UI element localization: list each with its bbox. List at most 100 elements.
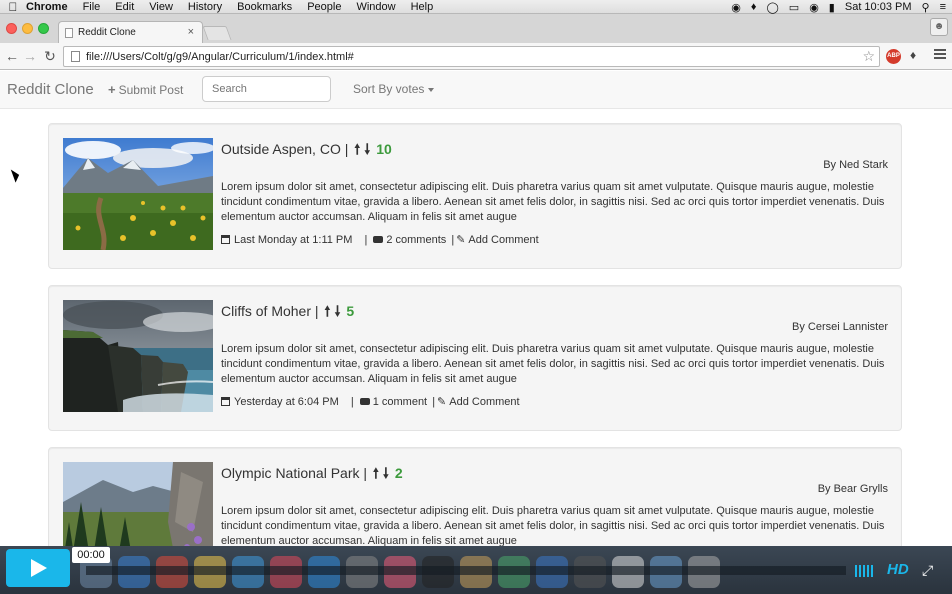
post-title[interactable]: Cliffs of Moher | 🠕 🠗 5 xyxy=(221,301,354,325)
menu-history[interactable]: History xyxy=(188,1,222,13)
calendar-icon xyxy=(221,235,230,244)
post-body: Lorem ipsum dolor sit amet, consectetur … xyxy=(221,181,885,223)
post-date: Yesterday at 6:04 PM xyxy=(234,396,339,408)
calendar-icon xyxy=(221,397,230,406)
post-title[interactable]: Olympic National Park | 🠕 🠗 2 xyxy=(221,463,403,487)
menu-bookmarks[interactable]: Bookmarks xyxy=(237,1,292,13)
menu-file[interactable]: File xyxy=(83,1,101,13)
downvote-arrow-icon[interactable]: 🠗 xyxy=(383,465,389,481)
menubar-clock[interactable]: Sat 10:03 PM xyxy=(845,1,912,13)
document-icon xyxy=(65,27,73,38)
post-image-sea-cliffs xyxy=(63,300,213,412)
comments-link[interactable]: 1 comment xyxy=(373,396,427,408)
post-title[interactable]: Outside Aspen, CO | 🠕 🠗 10 xyxy=(221,139,392,163)
window-minimize-button[interactable] xyxy=(22,23,33,34)
post-card: Cliffs of Moher | 🠕 🠗 5 By Cersei Lannist… xyxy=(48,285,902,431)
tab-title: Reddit Clone xyxy=(78,27,136,38)
meta-separator: | xyxy=(451,234,455,246)
menu-view[interactable]: View xyxy=(149,1,173,13)
window-zoom-button[interactable] xyxy=(38,23,49,34)
post-title-text: Outside Aspen, CO | xyxy=(221,141,349,157)
post-meta: Last Monday at 1:11 PM | 2 comments | ✎ Add… xyxy=(221,233,539,246)
video-play-button[interactable] xyxy=(6,549,70,587)
pencil-icon: ✎ xyxy=(437,396,447,408)
post-body: Lorem ipsum dolor sit amet, consectetur … xyxy=(221,505,885,547)
browser-tabstrip: Reddit Clone × ☻ xyxy=(0,14,952,43)
menu-people[interactable]: People xyxy=(307,1,341,13)
post-image-mountain-meadow xyxy=(63,138,213,250)
browser-tab[interactable]: Reddit Clone × xyxy=(58,21,203,43)
battery-icon[interactable]: ▮ xyxy=(829,1,835,14)
pencil-icon: ✎ xyxy=(456,234,466,246)
bookmark-star-icon[interactable]: ☆ xyxy=(862,48,875,65)
search-input[interactable] xyxy=(202,76,331,102)
spotlight-search-icon[interactable]: ⚲ xyxy=(922,1,930,14)
submit-post-link[interactable]: + Submit Post xyxy=(108,82,183,97)
add-comment-link[interactable]: Add Comment xyxy=(468,234,538,246)
meta-separator: | xyxy=(364,234,368,246)
apple-logo-icon[interactable]:  xyxy=(0,0,26,14)
post-date: Last Monday at 1:11 PM xyxy=(234,234,353,246)
post-title-text: Olympic National Park | xyxy=(221,465,368,481)
downvote-arrow-icon[interactable]: 🠗 xyxy=(364,141,370,157)
record-icon[interactable]: ◉ xyxy=(731,1,741,14)
vote-count: 2 xyxy=(394,465,403,481)
wifi-icon[interactable]: ◉ xyxy=(809,1,819,14)
fullscreen-icon[interactable]: ⤢ xyxy=(922,562,933,579)
post-author: By Cersei Lannister xyxy=(792,321,888,333)
address-url: file:///Users/Colt/g/g9/Angular/Curricul… xyxy=(86,50,354,63)
macos-menubar:  Chrome File Edit View History Bookmark… xyxy=(0,0,952,14)
notification-center-icon[interactable]: ≡ xyxy=(940,1,946,13)
upvote-arrow-icon[interactable]: 🠕 xyxy=(324,303,330,319)
airplay-icon[interactable]: ▭ xyxy=(789,1,799,14)
meta-separator: | xyxy=(432,396,436,408)
submit-post-label: Submit Post xyxy=(118,83,184,97)
navbar-brand[interactable]: Reddit Clone xyxy=(7,81,94,98)
meta-separator: | xyxy=(350,396,354,408)
volume-icon[interactable] xyxy=(855,565,877,577)
evernote-extension-icon[interactable]: ♦ xyxy=(910,48,916,62)
menu-help[interactable]: Help xyxy=(411,1,434,13)
app-navbar: Reddit Clone +Submit Post Sort By votes xyxy=(0,71,952,109)
post-author: By Ned Stark xyxy=(823,159,888,171)
window-close-button[interactable] xyxy=(6,23,17,34)
post-card: Outside Aspen, CO | 🠕 🠗 10 By Ned Stark L… xyxy=(48,123,902,269)
page-icon xyxy=(71,51,80,62)
caret-down-icon xyxy=(428,87,435,92)
address-bar[interactable]: file:///Users/Colt/g/g9/Angular/Curricul… xyxy=(63,46,880,67)
back-arrow-icon[interactable]: ← xyxy=(4,48,20,64)
post-author: By Bear Grylls xyxy=(817,483,888,495)
browser-toolbar: ← → ↻ file:///Users/Colt/g/g9/Angular/Cu… xyxy=(0,43,952,70)
comments-link[interactable]: 2 comments xyxy=(386,234,446,246)
menu-edit[interactable]: Edit xyxy=(115,1,134,13)
sort-label: Sort By votes xyxy=(353,82,425,96)
evernote-icon[interactable]: ♦ xyxy=(751,1,757,13)
post-meta: Yesterday at 6:04 PM | 1 comment | ✎ Add Co… xyxy=(221,395,520,408)
vote-count: 10 xyxy=(376,141,392,157)
comment-icon xyxy=(359,398,370,405)
vote-count: 5 xyxy=(346,303,355,319)
sort-dropdown[interactable]: Sort By votes xyxy=(353,82,435,96)
add-comment-link[interactable]: Add Comment xyxy=(449,396,519,408)
new-tab-button[interactable] xyxy=(202,26,232,40)
screen:  Chrome File Edit View History Bookmark… xyxy=(0,0,952,594)
forward-arrow-icon[interactable]: → xyxy=(22,48,38,64)
reload-icon[interactable]: ↻ xyxy=(42,48,58,64)
menu-chrome[interactable]: Chrome xyxy=(26,1,68,13)
profile-icon[interactable]: ☻ xyxy=(930,18,948,36)
video-progress-track[interactable] xyxy=(86,566,846,575)
adblock-plus-icon[interactable]: ABP xyxy=(886,49,901,64)
mouse-cursor xyxy=(10,167,22,183)
video-timecode: 00:00 xyxy=(72,547,110,563)
post-title-text: Cliffs of Moher | xyxy=(221,303,319,319)
menubar-status-area: ◉ ♦ ◯ ▭ ◉ ▮ Sat 10:03 PM ⚲ ≡ xyxy=(731,0,946,14)
hd-toggle[interactable]: HD xyxy=(887,561,909,578)
glasses-icon[interactable]: ◯ xyxy=(766,1,778,14)
tab-close-icon[interactable]: × xyxy=(188,26,194,38)
upvote-arrow-icon[interactable]: 🠕 xyxy=(354,141,360,157)
downvote-arrow-icon[interactable]: 🠗 xyxy=(334,303,340,319)
plus-icon: + xyxy=(108,82,116,97)
upvote-arrow-icon[interactable]: 🠕 xyxy=(373,465,379,481)
menu-window[interactable]: Window xyxy=(356,1,395,13)
chrome-menu-icon[interactable] xyxy=(934,49,946,61)
